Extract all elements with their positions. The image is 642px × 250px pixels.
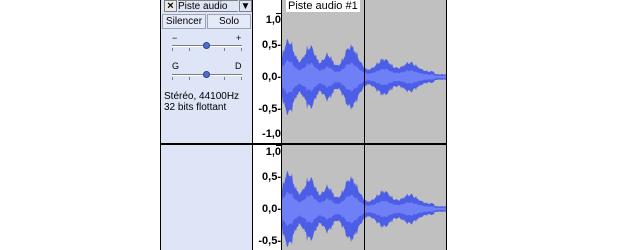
gain-slider-tick (241, 48, 242, 51)
track-title: Piste audio #1 (286, 0, 360, 12)
pan-right-label: D (235, 61, 242, 71)
pan-slider-tick (189, 77, 190, 80)
ruler-label: 0,5- (262, 39, 281, 51)
track-frame-right (446, 0, 447, 250)
ruler-label: 0,0- (262, 71, 281, 83)
pan-left-label: G (172, 61, 180, 71)
pan-slider-tick (241, 77, 242, 80)
gain-slider-tick (189, 48, 190, 51)
ruler-label: -0,5- (258, 103, 281, 115)
gain-plus-label: + (236, 33, 242, 43)
ruler-label: 0,5- (262, 171, 281, 183)
pan-slider-tick (172, 77, 173, 80)
track-menu-arrow-icon[interactable]: ▼ (239, 0, 252, 12)
ruler-label: 0,0- (262, 203, 281, 215)
gain-slider-thumb[interactable] (203, 42, 210, 49)
waveform-area[interactable] (282, 0, 446, 250)
channel-separator (253, 143, 447, 145)
gain-slider-tick (224, 48, 225, 51)
close-track-icon[interactable]: × (164, 0, 177, 12)
ruler-label: -0,5- (258, 235, 281, 247)
track-name-menu[interactable]: Piste audio (178, 0, 238, 12)
track-sample-format: 32 bits flottant (164, 102, 227, 113)
panel-separator (160, 143, 253, 145)
ruler-label: 1,0 (265, 14, 281, 26)
waveform-svg[interactable] (282, 0, 446, 250)
pan-slider-tick (224, 77, 225, 80)
track-format-info: Stéréo, 44100Hz (164, 91, 240, 102)
ruler-label: 1,0 (265, 146, 281, 158)
solo-button[interactable]: Solo (207, 14, 251, 29)
ruler-label: -1,0 (262, 128, 281, 140)
gain-minus-label: − (172, 33, 178, 43)
mute-button[interactable]: Silencer (162, 14, 206, 29)
pan-slider-thumb[interactable] (203, 71, 210, 78)
gain-slider-tick (172, 48, 173, 51)
